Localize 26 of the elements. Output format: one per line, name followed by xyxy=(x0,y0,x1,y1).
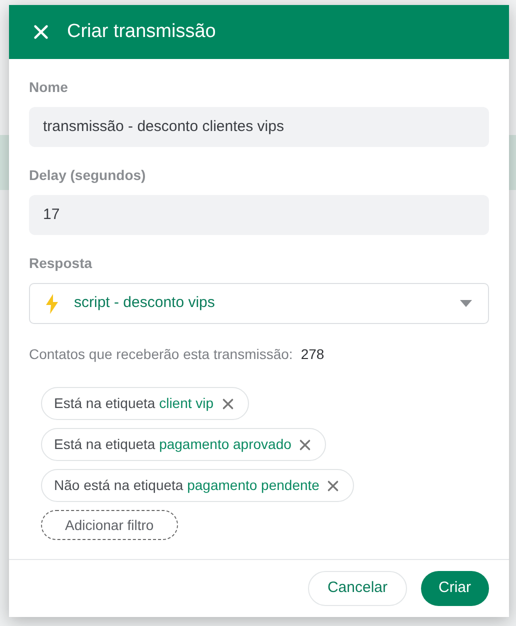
remove-filter-button[interactable] xyxy=(327,480,340,492)
field-label: Resposta xyxy=(29,254,94,273)
lightning-icon xyxy=(46,294,58,314)
input-field[interactable]: transmissão - desconto clientes vips xyxy=(29,107,489,147)
filter-text: Está na etiqueta pagamento aprovado xyxy=(54,435,292,454)
contacts-count: 278 xyxy=(300,345,324,364)
select-value: script - desconto vips xyxy=(74,293,216,314)
close-icon xyxy=(33,24,49,40)
add-filter-button[interactable]: Adicionar filtro xyxy=(41,510,178,540)
input-field[interactable]: 17 xyxy=(29,195,489,235)
remove-filter-button[interactable] xyxy=(299,438,312,450)
filter-text: Não está na etiqueta pagamento pendente xyxy=(54,476,320,495)
close-button[interactable] xyxy=(33,24,49,40)
remove-filter-button[interactable] xyxy=(222,398,234,410)
close-icon xyxy=(327,480,340,492)
cancel-button[interactable]: Cancelar xyxy=(308,571,406,606)
field-label: Nome xyxy=(29,78,69,97)
close-icon xyxy=(222,398,234,410)
create-button[interactable]: Criar xyxy=(420,571,489,606)
field-label: Delay (segundos) xyxy=(29,166,147,185)
close-icon xyxy=(299,438,312,450)
select-field[interactable]: script - desconto vips xyxy=(29,283,489,324)
filter-text: Está na etiqueta client vip xyxy=(54,394,214,413)
dialog-title: Criar transmissão xyxy=(67,20,216,44)
dropdown-arrow-icon xyxy=(460,300,472,307)
contacts-label: Contatos que receberão esta transmissão: xyxy=(29,345,293,364)
